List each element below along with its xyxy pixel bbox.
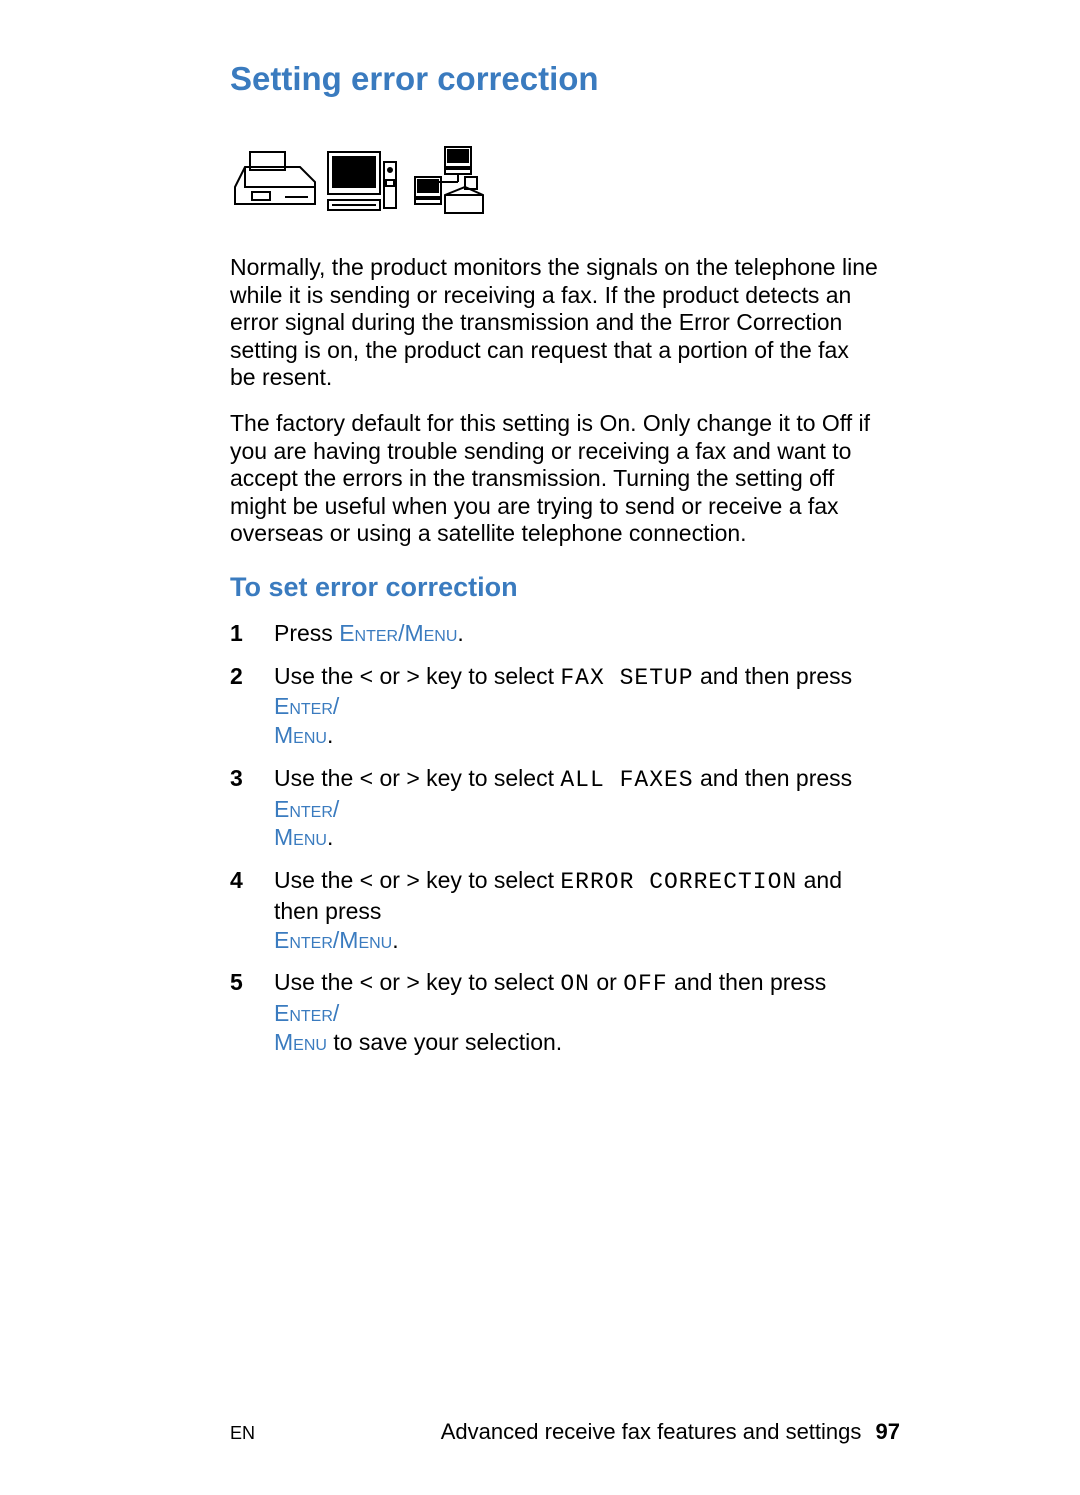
footer-page-number: 97 bbox=[876, 1419, 900, 1444]
enter-menu-label: Menu bbox=[274, 1029, 327, 1055]
paragraph-1: Normally, the product monitors the signa… bbox=[230, 254, 880, 392]
step-text: . bbox=[327, 824, 333, 850]
step-text: and then press bbox=[668, 969, 827, 995]
step-text: Use the < or > key to select bbox=[274, 969, 560, 995]
step-text: Use the < or > key to select bbox=[274, 663, 560, 689]
step-text: and then press bbox=[694, 663, 853, 689]
step-2: 2 Use the < or > key to select FAX SETUP… bbox=[230, 662, 880, 750]
display-error-correction: ERROR CORRECTION bbox=[560, 869, 797, 895]
printer-computer-network-icon bbox=[230, 142, 490, 222]
display-fax-setup: FAX SETUP bbox=[560, 665, 693, 691]
step-text: . bbox=[327, 722, 333, 748]
step-3: 3 Use the < or > key to select ALL FAXES… bbox=[230, 764, 880, 852]
procedure-heading: To set error correction bbox=[230, 572, 900, 603]
step-1: 1 Press Enter/Menu. bbox=[230, 619, 880, 648]
enter-menu-label: Enter/Menu bbox=[339, 620, 457, 646]
step-number: 1 bbox=[230, 619, 243, 648]
enter-menu-label: Menu bbox=[274, 824, 327, 850]
enter-menu-label: Menu bbox=[274, 722, 327, 748]
display-off: OFF bbox=[623, 971, 667, 997]
display-on: ON bbox=[560, 971, 590, 997]
page-footer: EN Advanced receive fax features and set… bbox=[230, 1419, 900, 1445]
step-number: 4 bbox=[230, 866, 243, 895]
step-text: or bbox=[590, 969, 623, 995]
step-number: 3 bbox=[230, 764, 243, 793]
enter-menu-label: Enter/ bbox=[274, 693, 339, 719]
footer-section: Advanced receive fax features and settin… bbox=[441, 1419, 862, 1444]
enter-menu-label: Enter/ bbox=[274, 1000, 339, 1026]
enter-menu-label: Enter/Menu bbox=[274, 927, 392, 953]
step-5: 5 Use the < or > key to select ON or OFF… bbox=[230, 968, 880, 1056]
step-4: 4 Use the < or > key to select ERROR COR… bbox=[230, 866, 880, 954]
footer-language: EN bbox=[230, 1423, 255, 1444]
step-text: and then press bbox=[694, 765, 853, 791]
step-number: 2 bbox=[230, 662, 243, 691]
step-text: to save your selection. bbox=[327, 1029, 562, 1055]
steps-list: 1 Press Enter/Menu. 2 Use the < or > key… bbox=[230, 619, 880, 1057]
page: Setting error correction bbox=[0, 0, 1080, 1495]
step-text: Use the < or > key to select bbox=[274, 765, 560, 791]
display-all-faxes: ALL FAXES bbox=[560, 767, 693, 793]
step-text: Press bbox=[274, 620, 339, 646]
step-text: Use the < or > key to select bbox=[274, 867, 560, 893]
paragraph-2: The factory default for this setting is … bbox=[230, 410, 880, 548]
page-title: Setting error correction bbox=[230, 60, 900, 98]
step-text: . bbox=[392, 927, 398, 953]
step-text: . bbox=[457, 620, 463, 646]
device-icons bbox=[230, 142, 900, 222]
step-number: 5 bbox=[230, 968, 243, 997]
enter-menu-label: Enter/ bbox=[274, 796, 339, 822]
footer-right: Advanced receive fax features and settin… bbox=[441, 1419, 900, 1445]
